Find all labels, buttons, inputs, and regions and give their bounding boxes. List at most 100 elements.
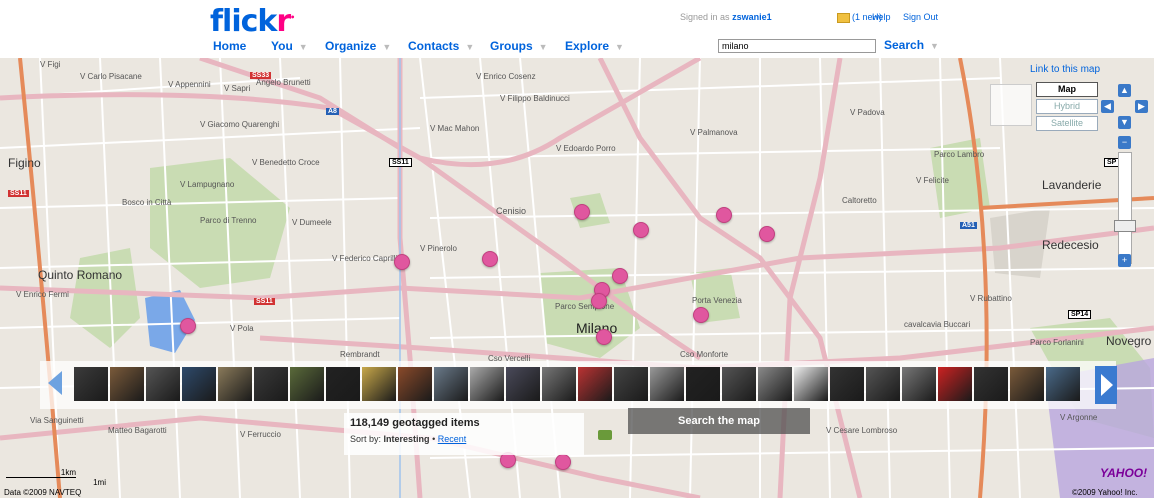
street-label: V Ferruccio — [240, 430, 281, 439]
map-type-satellite-button[interactable]: Satellite — [1036, 116, 1098, 131]
mail-icon[interactable] — [837, 13, 850, 23]
nav-organize[interactable]: Organize ▼ — [325, 39, 391, 53]
photo-pin[interactable] — [612, 268, 628, 284]
photo-thumbnail[interactable] — [290, 367, 324, 401]
help-link[interactable]: Help — [872, 12, 891, 22]
zoom-out-icon[interactable]: − — [1118, 136, 1131, 149]
photo-pin[interactable] — [633, 222, 649, 238]
results-info: 118,149 geotagged items Sort by: Interes… — [344, 413, 584, 455]
photo-pin[interactable] — [759, 226, 775, 242]
chevron-down-icon[interactable]: ▼ — [539, 42, 548, 52]
photo-pin[interactable] — [591, 293, 607, 309]
photo-pin[interactable] — [482, 251, 498, 267]
chevron-down-icon[interactable]: ▼ — [930, 41, 939, 51]
search-button[interactable]: Search ▼ — [884, 38, 939, 52]
photo-thumbnail[interactable] — [1010, 367, 1044, 401]
photo-pin[interactable] — [596, 329, 612, 345]
pan-up-icon[interactable]: ▲ — [1118, 84, 1131, 97]
chevron-down-icon[interactable]: ▼ — [615, 42, 624, 52]
photo-pin[interactable] — [574, 204, 590, 220]
photo-pin[interactable] — [180, 318, 196, 334]
street-label: V Sapri — [224, 84, 251, 93]
photo-thumbnail[interactable] — [398, 367, 432, 401]
photo-pin[interactable] — [693, 307, 709, 323]
photo-thumbnail[interactable] — [830, 367, 864, 401]
username-link[interactable]: zswanie1 — [732, 12, 772, 22]
photo-thumbnail[interactable] — [182, 367, 216, 401]
street-label: Angelo Brunetti — [256, 78, 311, 87]
photo-thumbnail[interactable] — [254, 367, 288, 401]
nav-home-label: Home — [213, 39, 247, 53]
chevron-down-icon[interactable]: ▼ — [299, 42, 308, 52]
nav-you[interactable]: You ▼ — [271, 39, 308, 53]
nav-explore[interactable]: Explore ▼ — [565, 39, 624, 53]
search-input[interactable] — [718, 39, 876, 53]
photo-thumbnail[interactable] — [758, 367, 792, 401]
map-canvas[interactable]: V Figi V Carlo Pisacane V Appennini V Sa… — [0, 58, 1154, 498]
photo-thumbnail[interactable] — [722, 367, 756, 401]
nav-home[interactable]: Home — [213, 39, 246, 53]
nav-groups-label: Groups — [490, 39, 533, 53]
strip-next-icon[interactable] — [1095, 366, 1117, 404]
zoom-slider-handle[interactable] — [1114, 220, 1136, 232]
chevron-down-icon[interactable]: ▼ — [465, 42, 474, 52]
street-label: V Cesare Lombroso — [826, 426, 898, 435]
photo-pin[interactable] — [716, 207, 732, 223]
nav-organize-label: Organize — [325, 39, 377, 53]
photo-thumbnail[interactable] — [434, 367, 468, 401]
strip-prev-icon[interactable] — [48, 371, 62, 395]
street-label: V Giacomo Quarenghi — [200, 120, 280, 129]
chevron-down-icon[interactable]: ▼ — [382, 42, 391, 52]
photo-thumbnail[interactable] — [470, 367, 504, 401]
map-marker-icon — [598, 430, 612, 440]
photo-pin[interactable] — [555, 454, 571, 470]
zoom-slider[interactable] — [1118, 152, 1132, 264]
photo-thumbnail[interactable] — [902, 367, 936, 401]
photo-thumbnail[interactable] — [938, 367, 972, 401]
nav-contacts-label: Contacts — [408, 39, 460, 53]
photo-thumbnail[interactable] — [326, 367, 360, 401]
photo-thumbnail[interactable] — [74, 367, 108, 401]
photo-thumbnail[interactable] — [866, 367, 900, 401]
street-label: V Carlo Pisacane — [80, 72, 142, 81]
sign-out-link[interactable]: Sign Out — [903, 12, 938, 22]
street-label: V Rubattino — [970, 294, 1012, 303]
map-type-hybrid-button[interactable]: Hybrid — [1036, 99, 1098, 114]
road-sign: SP14 — [1068, 310, 1092, 319]
photo-thumbnail[interactable] — [542, 367, 576, 401]
link-to-map[interactable]: Link to this map — [1030, 64, 1100, 75]
sort-by: Sort by: Interesting • Recent — [350, 434, 466, 444]
street-label: V Federico Caprilli — [332, 254, 398, 263]
photo-thumbnail[interactable] — [614, 367, 648, 401]
copyright-yahoo: ©2009 Yahoo! Inc. — [1072, 488, 1138, 497]
nav-contacts[interactable]: Contacts ▼ — [408, 39, 474, 53]
zoom-in-icon[interactable]: + — [1118, 254, 1131, 267]
search-the-map-button[interactable]: Search the map — [628, 408, 810, 434]
nav-groups[interactable]: Groups ▼ — [490, 39, 548, 53]
street-label: Cso Monforte — [680, 350, 729, 359]
pan-left-icon[interactable]: ◀ — [1101, 100, 1114, 113]
photo-thumbnail[interactable] — [362, 367, 396, 401]
street-label: V Dumeele — [292, 218, 332, 227]
photo-thumbnail[interactable] — [110, 367, 144, 401]
photo-thumbnail[interactable] — [974, 367, 1008, 401]
signed-in-prefix: Signed in as — [680, 12, 730, 22]
road-sign: A8 — [326, 108, 339, 115]
photo-thumbnail[interactable] — [578, 367, 612, 401]
photo-thumbnail[interactable] — [794, 367, 828, 401]
photo-thumbnail[interactable] — [1046, 367, 1080, 401]
yahoo-logo: YAHOO! — [1100, 466, 1148, 480]
photo-thumbnail[interactable] — [218, 367, 252, 401]
sort-recent-link[interactable]: Recent — [438, 434, 467, 444]
photo-pin[interactable] — [394, 254, 410, 270]
pan-right-icon[interactable]: ▶ — [1135, 100, 1148, 113]
photo-thumbnail[interactable] — [650, 367, 684, 401]
street-label: V Benedetto Croce — [252, 158, 320, 167]
map-type-map-button[interactable]: Map — [1036, 82, 1098, 97]
photo-thumbnail[interactable] — [686, 367, 720, 401]
photo-thumbnail[interactable] — [146, 367, 180, 401]
flickr-logo[interactable]: flickr• — [210, 6, 295, 38]
photo-thumbnail[interactable] — [506, 367, 540, 401]
pan-down-icon[interactable]: ▼ — [1118, 116, 1131, 129]
map-overview-icon[interactable] — [990, 84, 1032, 126]
